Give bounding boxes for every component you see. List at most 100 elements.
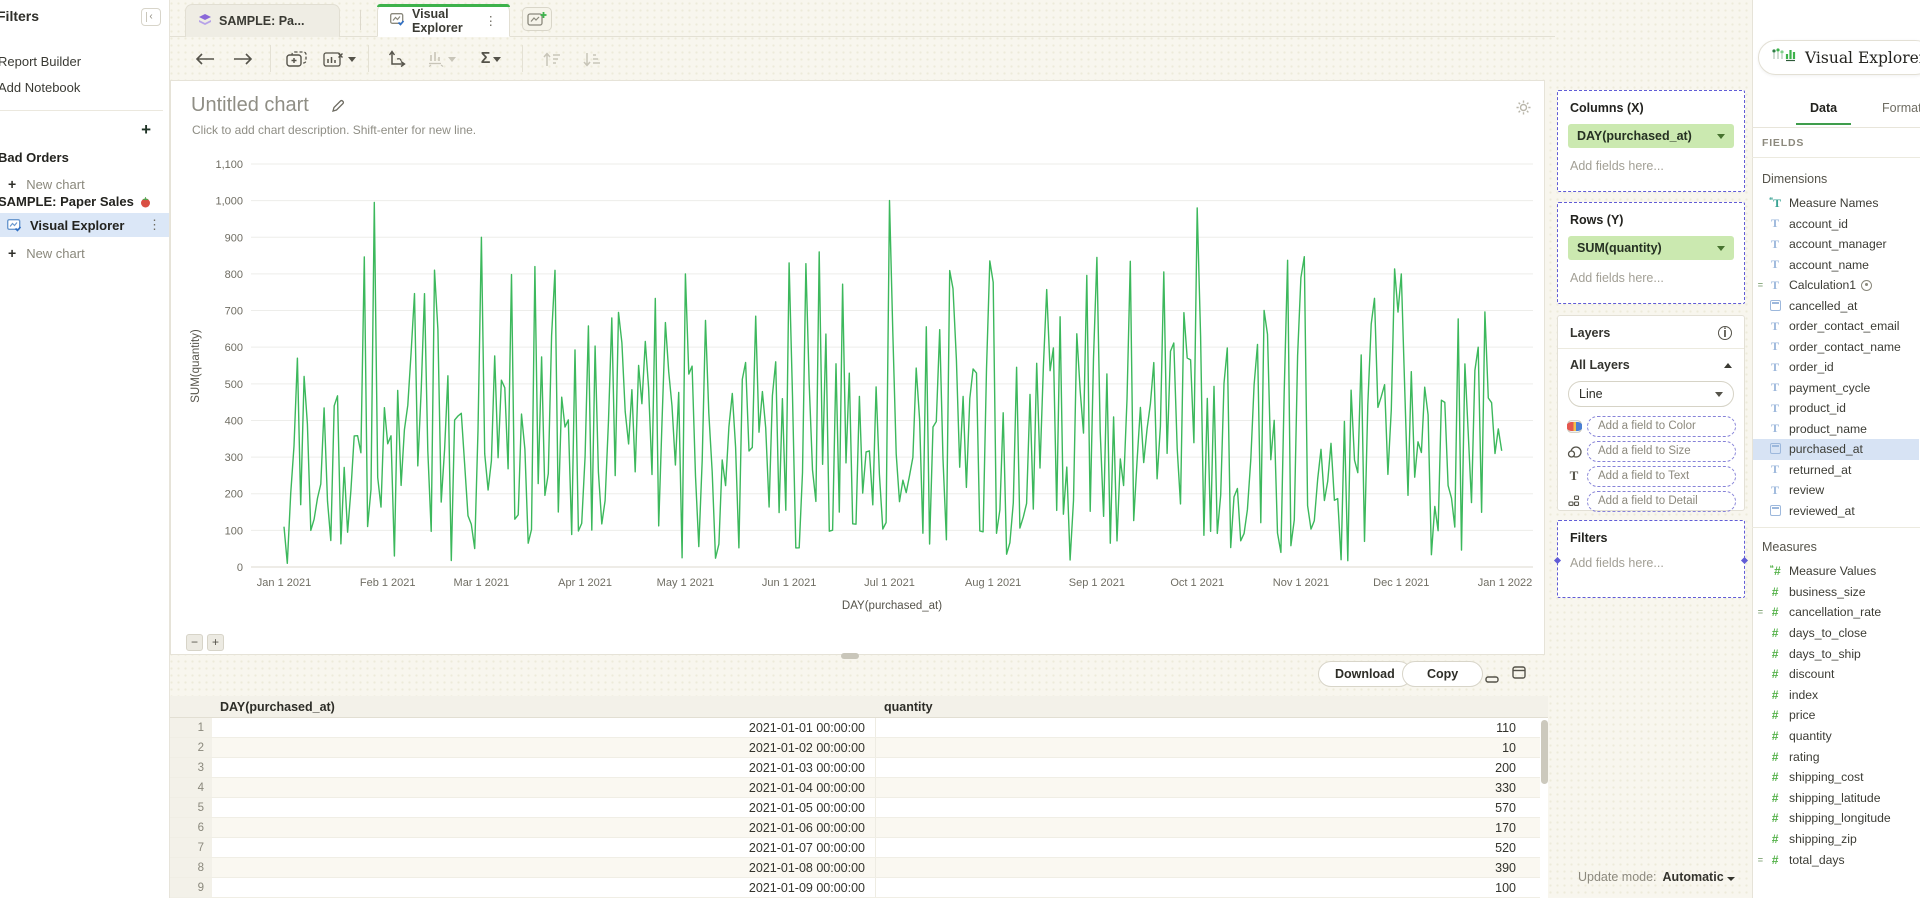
number-field-icon: # [1767, 729, 1783, 743]
dimension-order-id[interactable]: Torder_id [1753, 357, 1919, 378]
new-tab-button[interactable] [522, 7, 552, 31]
table-row[interactable]: 12021-01-01 00:00:00110 [170, 718, 1540, 738]
columns-drop-placeholder[interactable]: Add fields here... [1570, 159, 1732, 173]
back-arrow-icon[interactable] [190, 45, 220, 73]
tab-format[interactable]: Format [1882, 101, 1920, 115]
plus-icon: + [8, 245, 16, 261]
measure-price[interactable]: #price [1753, 705, 1919, 726]
totals-icon[interactable] [420, 45, 462, 73]
sidebar-item-new-chart-2[interactable]: + New chart [0, 241, 169, 265]
measure-index[interactable]: #index [1753, 685, 1919, 706]
dimension-order-contact-email[interactable]: Torder_contact_email [1753, 316, 1919, 337]
dimension-account-name[interactable]: Taccount_name [1753, 255, 1919, 276]
dimension-purchased-at[interactable]: purchased_at [1753, 439, 1919, 460]
dimension-reviewed-at[interactable]: reviewed_at [1753, 501, 1919, 522]
dimension-returned-at[interactable]: Treturned_at [1753, 460, 1919, 481]
calculated-field-equals: = [1753, 607, 1763, 617]
sidebar-item-visual-explorer[interactable]: Visual Explorer ⋮ [0, 213, 169, 237]
remove-chart-icon[interactable] [318, 45, 360, 73]
divider [1752, 527, 1920, 528]
dimension-product-name[interactable]: Tproduct_name [1753, 419, 1919, 440]
fields-panel-title: Visual Explorer [1805, 49, 1920, 67]
cell-quantity: 390 [876, 858, 1528, 877]
dimension-calculation1[interactable]: =TCalculation1 [1753, 275, 1919, 296]
measure-quantity[interactable]: #quantity [1753, 726, 1919, 747]
dimension-product-id[interactable]: Tproduct_id [1753, 398, 1919, 419]
sidebar-section-bad-orders[interactable]: Bad Orders [0, 150, 69, 165]
kebab-icon[interactable]: ⋮ [148, 217, 161, 233]
column-header-quantity[interactable]: quantity [884, 700, 933, 714]
row-number: 6 [170, 818, 212, 837]
copy-button[interactable]: Copy [1402, 661, 1483, 687]
table-scrollbar[interactable] [1541, 720, 1548, 784]
measure-rating[interactable]: #rating [1753, 746, 1919, 767]
forward-arrow-icon[interactable] [228, 45, 258, 73]
table-row[interactable]: 82021-01-08 00:00:00390 [170, 858, 1540, 878]
result-table[interactable]: DAY(purchased_at) quantity 12021-01-01 0… [170, 696, 1548, 898]
add-report-button[interactable]: + [141, 122, 151, 138]
table-row[interactable]: 62021-01-06 00:00:00170 [170, 818, 1540, 838]
table-row[interactable]: 52021-01-05 00:00:00570 [170, 798, 1540, 818]
dimension-order-contact-name[interactable]: Torder_contact_name [1753, 337, 1919, 358]
columns-pill-day-purchased-at[interactable]: DAY(purchased_at) [1568, 124, 1734, 148]
measure-discount[interactable]: #discount [1753, 664, 1919, 685]
table-row[interactable]: 72021-01-07 00:00:00520 [170, 838, 1540, 858]
mark-type-select[interactable]: Line [1568, 381, 1734, 407]
measure-days-to-close[interactable]: #days_to_close [1753, 623, 1919, 644]
line-chart[interactable]: 01002003004005006007008009001,0001,100Ja… [171, 81, 1544, 654]
measure-shipping-longitude[interactable]: #shipping_longitude [1753, 808, 1919, 829]
rows-pill-sum-quantity[interactable]: SUM(quantity) [1568, 236, 1734, 260]
sort-descending-icon[interactable] [576, 45, 606, 73]
sidebar-item-new-chart[interactable]: + New chart [0, 172, 169, 196]
filters-drop-placeholder[interactable]: Add fields here... [1570, 556, 1732, 570]
tab-visual-explorer[interactable]: Visual Explorer ⋮ [377, 4, 510, 37]
chevron-down-icon[interactable] [1717, 134, 1725, 139]
measure-business-size[interactable]: #business_size [1753, 582, 1919, 603]
dimension-account-manager[interactable]: Taccount_manager [1753, 234, 1919, 255]
sidebar-link-add-notebook[interactable]: Add Notebook [0, 80, 80, 95]
add-field-to-color[interactable]: Add a field to Color [1587, 416, 1736, 437]
tab-sample-paper-sales[interactable]: SAMPLE: Pa... [185, 4, 340, 37]
sidebar-section-paper-sales[interactable]: SAMPLE: Paper Sales [0, 194, 152, 211]
table-row[interactable]: 22021-01-02 00:00:0010 [170, 738, 1540, 758]
table-row[interactable]: 32021-01-03 00:00:00200 [170, 758, 1540, 778]
rows-drop-placeholder[interactable]: Add fields here... [1570, 271, 1732, 285]
info-icon[interactable]: i [1718, 326, 1732, 340]
add-field-to-size[interactable]: Add a field to Size [1587, 441, 1736, 462]
expand-view-icon[interactable] [1512, 666, 1526, 684]
collapse-view-icon[interactable] [1485, 670, 1499, 688]
chevron-down-icon[interactable] [1717, 246, 1725, 251]
add-field-to-text[interactable]: Add a field to Text [1587, 466, 1736, 487]
table-row[interactable]: 42021-01-04 00:00:00330 [170, 778, 1540, 798]
measure-total-days[interactable]: =#total_days [1753, 849, 1919, 870]
measure-cancellation-rate[interactable]: =#cancellation_rate [1753, 602, 1919, 623]
panel-resize-handle[interactable] [841, 653, 859, 659]
measure-measure-values[interactable]: ❝#Measure Values [1753, 561, 1919, 582]
column-header-day[interactable]: DAY(purchased_at) [220, 700, 335, 714]
dimension-payment-cycle[interactable]: Tpayment_cycle [1753, 378, 1919, 399]
dimension-review[interactable]: Treview [1753, 480, 1919, 501]
panel-collapse-icon[interactable]: ‹ [141, 8, 161, 26]
swap-axes-icon[interactable] [382, 45, 412, 73]
dimension-measure-names[interactable]: ❝TMeasure Names [1753, 193, 1919, 214]
measure-shipping-latitude[interactable]: #shipping_latitude [1753, 788, 1919, 809]
zoom-in-button[interactable]: + [207, 634, 224, 651]
dimension-account-id[interactable]: Taccount_id [1753, 214, 1919, 235]
table-row[interactable]: 92021-01-09 00:00:00100 [170, 878, 1540, 898]
sidebar-link-report-builder[interactable]: Report Builder [0, 54, 81, 69]
duplicate-chart-icon[interactable] [282, 45, 312, 73]
add-field-to-detail[interactable]: Add a field to Detail [1587, 491, 1736, 512]
chevron-up-icon[interactable] [1724, 363, 1732, 368]
zoom-out-button[interactable]: − [186, 634, 203, 651]
download-button[interactable]: Download [1318, 661, 1412, 687]
measure-shipping-cost[interactable]: #shipping_cost [1753, 767, 1919, 788]
measure-shipping-zip[interactable]: #shipping_zip [1753, 829, 1919, 850]
measure-days-to-ship[interactable]: #days_to_ship [1753, 643, 1919, 664]
aggregate-sigma-icon[interactable]: Σ [470, 45, 512, 73]
svg-text:1,000: 1,000 [215, 196, 243, 208]
update-mode-control[interactable]: Update mode:Automatic [1578, 870, 1735, 884]
dimension-cancelled-at[interactable]: cancelled_at [1753, 296, 1919, 317]
sort-ascending-icon[interactable] [536, 45, 566, 73]
kebab-icon[interactable]: ⋮ [485, 13, 498, 28]
tab-data[interactable]: Data [1810, 101, 1837, 115]
